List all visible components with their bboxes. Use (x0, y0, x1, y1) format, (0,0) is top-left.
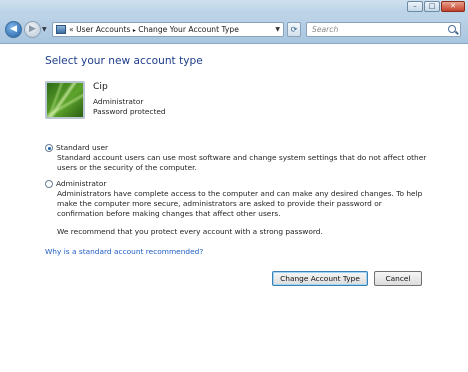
administrator-description: Administrators have complete access to t… (57, 189, 423, 218)
page-title: Select your new account type (45, 55, 203, 67)
user-role: Administrator (93, 97, 144, 106)
close-button[interactable]: ✕ (441, 1, 465, 12)
title-bar: – □ ✕ (0, 0, 468, 14)
search-box[interactable]: Search (306, 22, 461, 37)
user-name: Cip (93, 81, 108, 92)
forward-arrow-icon: ▶ (29, 24, 36, 34)
user-avatar (45, 81, 85, 119)
breadcrumb-user-accounts[interactable]: User Accounts (76, 25, 130, 34)
back-arrow-icon: ◀ (10, 24, 17, 34)
breadcrumb: « User Accounts ▸ Change Your Account Ty… (69, 25, 239, 34)
breadcrumb-change-account-type[interactable]: Change Your Account Type (138, 25, 239, 34)
breadcrumb-separator-icon[interactable]: ▸ (133, 27, 136, 34)
breadcrumb-overflow[interactable]: « (69, 25, 74, 34)
refresh-icon: ⟳ (290, 25, 298, 34)
search-icon[interactable] (448, 25, 456, 33)
cancel-button[interactable]: Cancel (374, 271, 422, 286)
change-account-type-button[interactable]: Change Account Type (272, 271, 368, 286)
password-recommendation: We recommend that you protect every acco… (57, 227, 323, 236)
window-controls: – □ ✕ (407, 1, 465, 12)
administrator-radio[interactable] (45, 180, 53, 188)
refresh-button[interactable]: ⟳ (287, 22, 301, 37)
administrator-label[interactable]: Administrator (56, 179, 106, 188)
standard-account-help-link[interactable]: Why is a standard account recommended? (45, 247, 203, 256)
address-dropdown-icon[interactable]: ▼ (275, 26, 280, 33)
minimize-button[interactable]: – (407, 1, 423, 12)
navigation-bar: ◀ ▶ ▼ « User Accounts ▸ Change Your Acco… (0, 14, 468, 44)
search-input[interactable]: Search (312, 25, 338, 34)
standard-user-description: Standard account users can use most soft… (57, 153, 427, 172)
standard-user-radio[interactable] (45, 144, 53, 152)
recent-pages-dropdown-icon[interactable]: ▼ (42, 26, 47, 33)
address-bar[interactable]: « User Accounts ▸ Change Your Account Ty… (52, 22, 284, 37)
forward-button[interactable]: ▶ (24, 21, 41, 38)
control-panel-icon (56, 25, 66, 34)
back-button[interactable]: ◀ (5, 21, 22, 38)
content-pane: Select your new account type Cip Adminis… (0, 45, 468, 372)
standard-user-label[interactable]: Standard user (56, 143, 108, 152)
password-status: Password protected (93, 107, 166, 116)
maximize-button[interactable]: □ (424, 1, 440, 12)
